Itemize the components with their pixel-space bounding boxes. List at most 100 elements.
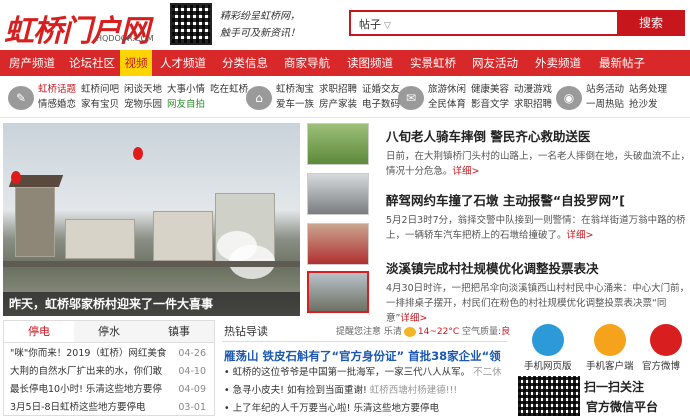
nav-item[interactable]: 房产频道	[0, 50, 64, 76]
tab[interactable]: 镇事	[144, 321, 214, 342]
subnav-link[interactable]: 站务处理	[629, 84, 667, 95]
list-item-text[interactable]: 3月5日-8日虹桥这些地方要停电	[10, 399, 146, 416]
news-title[interactable]: 八旬老人骑车摔倒 警民齐心救助送医	[386, 126, 690, 145]
thumbnail-1[interactable]	[307, 123, 369, 165]
bridge-rail	[3, 261, 300, 267]
news-desc-text: 日前，在大荆镇桥门头村的山路上，一名老人摔倒在地，头破血流不止，情况十分危急。	[386, 151, 690, 177]
nav-item[interactable]: 网友活动	[464, 50, 526, 76]
subnav-link[interactable]: 吃在虹桥	[210, 84, 248, 95]
list-item[interactable]: "咪"你而来！2019（虹桥）网红美食 04-26	[10, 345, 208, 363]
nav-item[interactable]: 外卖频道	[526, 50, 590, 76]
search-category-select[interactable]: 帖子 ▽	[359, 16, 391, 32]
thumbnail-4[interactable]	[307, 271, 369, 313]
tab[interactable]: 停电	[4, 321, 74, 342]
subnav-link[interactable]: 宠物乐园	[124, 99, 162, 110]
bullet-icon: •	[224, 385, 233, 396]
nav-item[interactable]: 最新帖子	[590, 50, 654, 76]
tab[interactable]: 停水	[74, 321, 144, 342]
nav-item[interactable]: 读图频道	[338, 50, 402, 76]
hot-item-extra: 虹桥西塘村杨建德!!!	[369, 385, 458, 396]
hot-item[interactable]: • 虹桥的这位爷爷是中国第一批海军，一家三代八人从军。 不二休	[222, 364, 508, 382]
subnav-link[interactable]: 抢沙发	[629, 99, 658, 110]
list-item[interactable]: 最长停电10小时! 乐清这些地方要停 04-09	[10, 381, 208, 399]
subnav-link[interactable]: 求职招聘	[514, 99, 552, 110]
app-label[interactable]: 手机网页版	[524, 358, 572, 372]
subnav-link[interactable]: 闲谈天地	[124, 84, 162, 95]
list-item-text[interactable]: "咪"你而来！2019（虹桥）网红美食	[10, 345, 166, 363]
subnav-link[interactable]: 网友自拍	[167, 99, 205, 110]
qr-code-icon	[170, 3, 212, 45]
site-logo[interactable]: 虹桥门户网 HQDOOR.COM	[4, 6, 164, 49]
slogan: 精彩纷呈虹桥网， 触手可及新资讯！	[220, 8, 330, 42]
subnav-link[interactable]: 爱车一族	[276, 99, 314, 110]
nav-item[interactable]: 人才频道	[152, 50, 214, 76]
subnav-link[interactable]: 旅游休闲	[428, 84, 466, 95]
more-link[interactable]: 详细>	[567, 230, 594, 241]
hot-item-text[interactable]: 急寻小皮夫! 如有捡到当面重谢!	[233, 385, 367, 396]
news-title[interactable]: 醉驾网约车撞了石墩 主动报警“自投罗网”[	[386, 190, 690, 209]
subnav-row: 虹桥话题 虹桥问吧 闲谈天地 大事小情 吃在虹桥	[38, 82, 253, 97]
list-item[interactable]: 大荆的自然水厂扩出来的水，你们敢 04-10	[10, 363, 208, 381]
hot-item-text[interactable]: 虹桥的这位爷爷是中国第一批海军，一家三代八人从军。	[233, 367, 471, 378]
weather-aqi: 良	[501, 327, 511, 337]
nav-item[interactable]: 视频	[120, 50, 152, 76]
hot-label: 热钻导读	[224, 325, 268, 338]
nav-item[interactable]: 论坛社区	[64, 50, 120, 76]
hot-list: • 虹桥的这位爷爷是中国第一批海军，一家三代八人从军。 不二休 • 急寻小皮夫! …	[222, 364, 508, 416]
subnav-link[interactable]: 电子数码	[362, 99, 400, 110]
subnav-link[interactable]: 求职招聘	[319, 84, 357, 95]
main-nav: 房产频道 论坛社区 视频 人才频道 分类信息 商家导航 读图频道 实景虹桥 网友活动 外卖频道 最新…	[0, 50, 690, 76]
logo-text: 虹桥门户网	[4, 14, 150, 49]
official-text: 官方微信平台	[586, 400, 659, 414]
nav-item[interactable]: 分类信息	[214, 50, 276, 76]
nav-item[interactable]: 实景虹桥	[402, 50, 464, 76]
subnav-link[interactable]: 一周热贴	[586, 99, 624, 110]
mobile-app-icon[interactable]	[594, 324, 626, 356]
news-item: 八旬老人骑车摔倒 警民齐心救助送医日前，在大荆镇桥门头村的山路上，一名老人摔倒在…	[386, 126, 690, 179]
weather-aqi-label: 空气质量:	[462, 327, 502, 337]
subnav-link[interactable]: 健康美容	[471, 84, 509, 95]
thumbnail-3[interactable]	[307, 223, 369, 265]
subnav-link[interactable]: 大事小情	[167, 84, 205, 95]
hot-item-text[interactable]: 上了年纪的人千万要当心啦! 乐清这些地方要停电	[233, 403, 439, 414]
subnav-link[interactable]: 情感婚恋	[38, 99, 76, 110]
subnav-link[interactable]: 站务活动	[586, 84, 624, 95]
list-item-text[interactable]: 最长停电10小时! 乐清这些地方要停	[10, 381, 162, 399]
subnav-link[interactable]: 房产家装	[319, 99, 357, 110]
nav-item[interactable]: 商家导航	[276, 50, 338, 76]
list-item-text[interactable]: 大荆的自然水厂扩出来的水，你们敢	[10, 363, 162, 381]
subnav-link[interactable]: 证婚交友	[362, 84, 400, 95]
thumbnail-2[interactable]	[307, 173, 369, 215]
bullet-icon: •	[224, 403, 233, 414]
more-link[interactable]: 详细>	[453, 166, 480, 177]
list-item[interactable]: 3月5日-8日虹桥这些地方要停电 03-01	[10, 399, 208, 416]
subnav-link[interactable]: 虹桥问吧	[81, 84, 119, 95]
mobile-web-icon[interactable]	[532, 324, 564, 356]
chevron-down-icon: ▽	[384, 21, 391, 31]
subnav-link[interactable]: 虹桥话题	[38, 84, 76, 95]
weibo-icon[interactable]	[650, 324, 682, 356]
subnav-link[interactable]: 影音文学	[471, 99, 509, 110]
hero-caption[interactable]: 昨天，虹桥邬家桥村迎来了一件大喜事	[3, 292, 300, 316]
news-desc-text: 4月30日时许，一把把吊伞向淡溪镇西山村村民中心涌来：中心大门前，一排排桌子摆开…	[386, 283, 690, 324]
app-label[interactable]: 官方微博	[642, 358, 680, 372]
search-input[interactable]	[401, 14, 611, 32]
news-desc-text: 5月2日3时7分，翁择交警中队接到一则警情：在翁垟街道万翁中路的桥上，一辆轿车汽…	[386, 215, 686, 241]
subnav-link[interactable]: 虹桥淘宝	[276, 84, 314, 95]
lantern-icon	[133, 147, 143, 160]
site-header: 虹桥门户网 HQDOOR.COM 精彩纷呈虹桥网， 触手可及新资讯！ 帖子 ▽ 搜…	[0, 0, 690, 50]
hot-title[interactable]: 雁荡山 铁皮石斛有了“官方身份证” 首批38家企业“领	[222, 348, 508, 364]
news-title[interactable]: 淡溪镇完成村社规模优化调整投票表决	[386, 258, 690, 277]
hero-slideshow[interactable]: 昨天，虹桥邬家桥村迎来了一件大喜事	[3, 123, 300, 316]
news-desc: 5月2日3时7分，翁择交警中队接到一则警情：在翁垟街道万翁中路的桥上，一辆轿车汽…	[386, 213, 690, 243]
subnav-link[interactable]: 全民体育	[428, 99, 466, 110]
building	[65, 219, 135, 259]
app-promo: 手机网页版 手机客户端 官方微博 扫一扫关注 官方微信平台	[514, 320, 690, 416]
search-bar: 帖子 ▽ 搜索	[349, 10, 685, 36]
app-label[interactable]: 手机客户端	[586, 358, 634, 372]
subnav-link[interactable]: 家有宝贝	[81, 99, 119, 110]
search-button[interactable]: 搜索	[617, 10, 685, 36]
subnav-link[interactable]: 动漫游戏	[514, 84, 552, 95]
hot-item[interactable]: • 上了年纪的人千万要当心啦! 乐清这些地方要停电	[222, 400, 508, 416]
hot-item[interactable]: • 急寻小皮夫! 如有捡到当面重谢! 虹桥西塘村杨建德!!!	[222, 382, 508, 400]
